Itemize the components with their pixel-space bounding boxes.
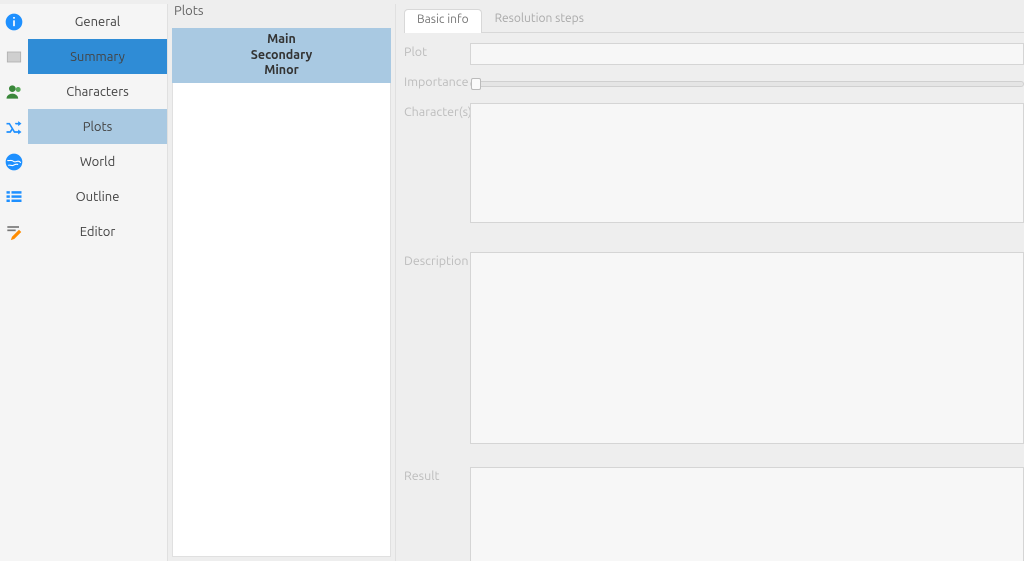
list-icon	[0, 179, 28, 214]
sidebar-label-characters: Characters	[28, 85, 167, 99]
detail-panel: Basic info Resolution steps Plot Importa…	[396, 4, 1024, 561]
sidebar-label-world: World	[28, 155, 167, 169]
edit-icon	[0, 214, 28, 249]
sidebar-label-plots: Plots	[28, 120, 167, 134]
sidebar-label-outline: Outline	[28, 190, 167, 204]
navigation-sidebar: General Summary Characters Plots World	[0, 4, 168, 561]
plot-category-header[interactable]: Main Secondary Minor	[172, 28, 391, 83]
sidebar-label-editor: Editor	[28, 225, 167, 239]
sidebar-label-summary: Summary	[28, 50, 167, 64]
summary-icon	[0, 39, 28, 74]
sidebar-item-general[interactable]: General	[0, 4, 167, 39]
plot-list-panel: Plots Main Secondary Minor	[168, 4, 396, 561]
globe-icon	[0, 144, 28, 179]
input-plot[interactable]	[470, 43, 1024, 65]
tab-basic-info[interactable]: Basic info	[404, 9, 482, 33]
sidebar-label-general: General	[28, 15, 167, 29]
label-description: Description	[404, 252, 470, 268]
row-importance: Importance	[404, 73, 1024, 89]
main-layout: General Summary Characters Plots World	[0, 4, 1024, 561]
label-characters: Character(s)	[404, 103, 470, 119]
row-description: Description	[404, 252, 1024, 447]
label-plot: Plot	[404, 43, 470, 59]
input-characters[interactable]	[470, 103, 1024, 223]
tab-resolution-steps[interactable]: Resolution steps	[482, 8, 597, 32]
label-importance: Importance	[404, 73, 470, 89]
sidebar-item-world[interactable]: World	[0, 144, 167, 179]
person-icon	[0, 74, 28, 109]
sidebar-item-plots[interactable]: Plots	[0, 109, 167, 144]
slider-importance[interactable]	[470, 81, 1024, 87]
detail-tabs: Basic info Resolution steps	[404, 8, 1024, 32]
row-result: Result	[404, 467, 1024, 561]
slider-importance-thumb[interactable]	[471, 78, 481, 90]
row-plot: Plot	[404, 43, 1024, 65]
info-icon	[0, 4, 28, 39]
label-result: Result	[404, 467, 470, 483]
input-result[interactable]	[470, 467, 1024, 561]
sidebar-item-summary[interactable]: Summary	[0, 39, 167, 74]
plot-category-minor: Minor	[172, 63, 391, 79]
plot-list[interactable]	[172, 83, 391, 557]
sidebar-item-characters[interactable]: Characters	[0, 74, 167, 109]
plot-category-main: Main	[172, 32, 391, 48]
row-characters: Character(s)	[404, 103, 1024, 226]
plot-category-secondary: Secondary	[172, 48, 391, 64]
shuffle-icon	[0, 109, 28, 144]
plot-panel-title: Plots	[168, 4, 395, 26]
sidebar-item-outline[interactable]: Outline	[0, 179, 167, 214]
tab-body: Plot Importance Character(s) Description	[404, 32, 1024, 561]
sidebar-item-editor[interactable]: Editor	[0, 214, 167, 249]
input-description[interactable]	[470, 252, 1024, 444]
